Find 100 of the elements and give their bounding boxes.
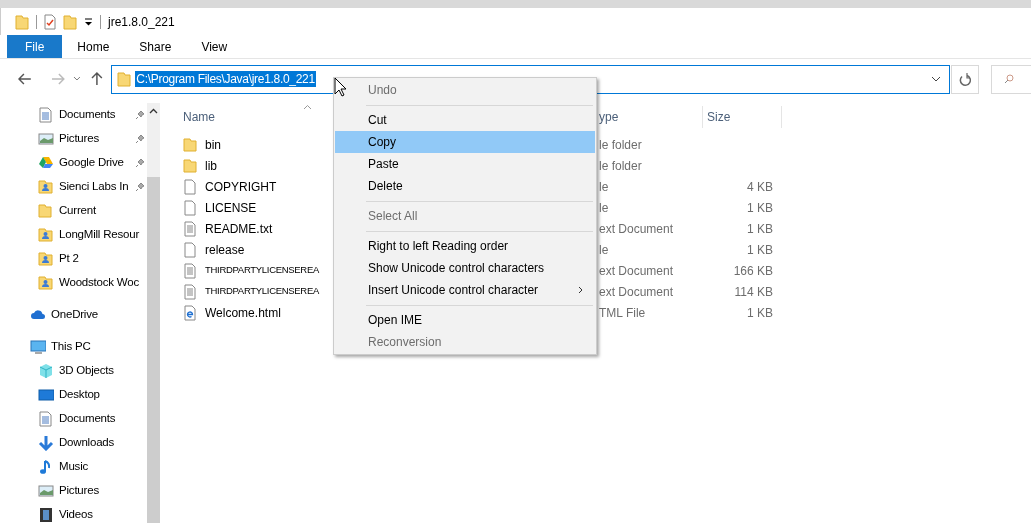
file-icon <box>183 241 199 258</box>
ribbon-tab[interactable]: Home <box>62 35 125 58</box>
dropdown-icon[interactable] <box>84 17 93 26</box>
chevron-up-icon[interactable] <box>149 108 158 114</box>
sidebar-item[interactable]: 3D Objects <box>59 362 114 380</box>
file-name[interactable]: README.txt <box>205 219 273 238</box>
film-icon <box>38 507 54 523</box>
user-folder-icon <box>38 179 54 195</box>
drive-icon <box>38 155 54 171</box>
file-type: TML File <box>599 304 647 322</box>
file-size: 114 KB <box>733 283 773 301</box>
folder-icon[interactable] <box>15 13 29 30</box>
sidebar-item[interactable]: Desktop <box>59 386 100 404</box>
file-icon <box>183 178 199 195</box>
sidebar-item[interactable]: Woodstock Woc <box>59 274 140 292</box>
scrollbar-thumb[interactable] <box>147 177 160 523</box>
up-arrow-icon[interactable] <box>91 72 104 86</box>
search-icon <box>1004 74 1015 84</box>
file-type: le <box>599 199 610 217</box>
file-type: le folder <box>599 157 643 175</box>
menu-item[interactable]: Cut <box>335 109 595 131</box>
sidebar-item[interactable]: This PC <box>51 338 91 356</box>
sidebar-item[interactable]: Music <box>59 458 89 476</box>
file-type: le folder <box>599 136 643 154</box>
folder-icon <box>183 157 199 174</box>
desktop-icon <box>38 387 54 403</box>
pin-icon[interactable] <box>135 110 145 120</box>
user-folder-icon <box>38 251 54 267</box>
sidebar-item[interactable]: Downloads <box>59 434 115 452</box>
address-text: C:\Program Files\Java\jre1.8.0_221 <box>135 71 316 87</box>
file-size: 1 KB <box>746 304 773 322</box>
user-folder-icon <box>38 275 54 291</box>
file-name[interactable]: COPYRIGHT <box>205 177 277 196</box>
ribbon-tab[interactable]: Share <box>124 35 187 58</box>
scrollbar[interactable] <box>147 103 160 523</box>
menu-item[interactable]: Open IME <box>335 309 595 331</box>
menu-item[interactable]: Show Unicode control characters <box>335 257 595 279</box>
user-folder-icon <box>38 227 54 243</box>
chevron-down-icon[interactable] <box>930 76 941 82</box>
ribbon-tab[interactable]: File <box>7 35 63 58</box>
down-arrow-icon <box>38 435 54 451</box>
forward-arrow-icon[interactable] <box>50 73 65 85</box>
sidebar-item[interactable]: Sienci Labs In <box>59 178 129 196</box>
menu-item[interactable]: Right to left Reading order <box>335 235 595 257</box>
sidebar-item[interactable]: Pictures <box>59 130 99 148</box>
picture-icon <box>38 131 54 147</box>
menu-item[interactable]: Copy <box>335 131 595 153</box>
text-file-icon <box>183 220 199 237</box>
checklist-icon[interactable] <box>44 13 56 30</box>
file-size: 1 KB <box>746 241 773 259</box>
pin-icon[interactable] <box>135 158 145 168</box>
file-icon <box>183 199 199 216</box>
sidebar-item[interactable]: Videos <box>59 506 93 523</box>
menu-item[interactable]: Paste <box>335 153 595 175</box>
file-name[interactable]: LICENSE <box>205 198 257 217</box>
text-file-icon <box>183 283 199 300</box>
text-file-icon <box>183 262 199 279</box>
monitor-icon <box>30 339 46 355</box>
cube-icon <box>38 363 54 379</box>
file-size: 166 KB <box>732 262 773 280</box>
pin-icon[interactable] <box>135 182 145 192</box>
document-icon <box>38 411 54 427</box>
search-field[interactable] <box>991 64 1031 94</box>
file-type: le <box>599 178 610 196</box>
file-name[interactable]: lib <box>205 156 217 175</box>
picture-icon <box>38 483 54 499</box>
pin-icon[interactable] <box>135 134 145 144</box>
menu-item[interactable]: Delete <box>335 175 595 197</box>
sidebar-item[interactable]: Documents <box>59 410 116 428</box>
folder-icon <box>38 203 54 219</box>
sidebar-item[interactable]: Pictures <box>59 482 99 500</box>
mouse-cursor-icon <box>334 77 347 97</box>
refresh-button[interactable] <box>950 64 980 94</box>
file-name[interactable]: THIRDPARTYLICENSEREA <box>205 284 319 299</box>
column-header[interactable]: Size <box>703 108 781 126</box>
sidebar-item[interactable]: OneDrive <box>51 306 98 324</box>
file-name[interactable]: bin <box>205 135 221 154</box>
file-size: 4 KB <box>746 178 773 196</box>
folder-icon <box>117 71 132 87</box>
sidebar-item[interactable]: Google Drive <box>59 154 124 172</box>
folder-icon[interactable] <box>63 13 77 30</box>
file-name[interactable]: Welcome.html <box>205 303 281 322</box>
file-size: 1 KB <box>746 220 773 238</box>
file-name[interactable]: release <box>205 240 245 259</box>
ribbon-tab[interactable]: View <box>186 35 243 58</box>
file-type: ext Document <box>599 220 675 238</box>
sidebar-item[interactable]: Pt 2 <box>59 250 79 268</box>
back-arrow-icon[interactable] <box>18 73 32 85</box>
chevron-right-icon <box>578 286 583 294</box>
sidebar-item[interactable]: Documents <box>59 106 116 124</box>
sidebar-item[interactable]: LongMill Resour <box>59 226 140 244</box>
column-header[interactable]: ype <box>597 108 702 126</box>
file-type: le <box>599 241 610 259</box>
document-icon <box>38 107 54 123</box>
folder-icon <box>183 136 199 153</box>
sidebar-item[interactable]: Current <box>59 202 96 220</box>
file-type: ext Document <box>599 283 675 301</box>
menu-item[interactable]: Insert Unicode control character <box>335 279 595 301</box>
file-name[interactable]: THIRDPARTYLICENSEREA <box>205 263 319 278</box>
window-title: jre1.8.0_221 <box>108 13 175 31</box>
